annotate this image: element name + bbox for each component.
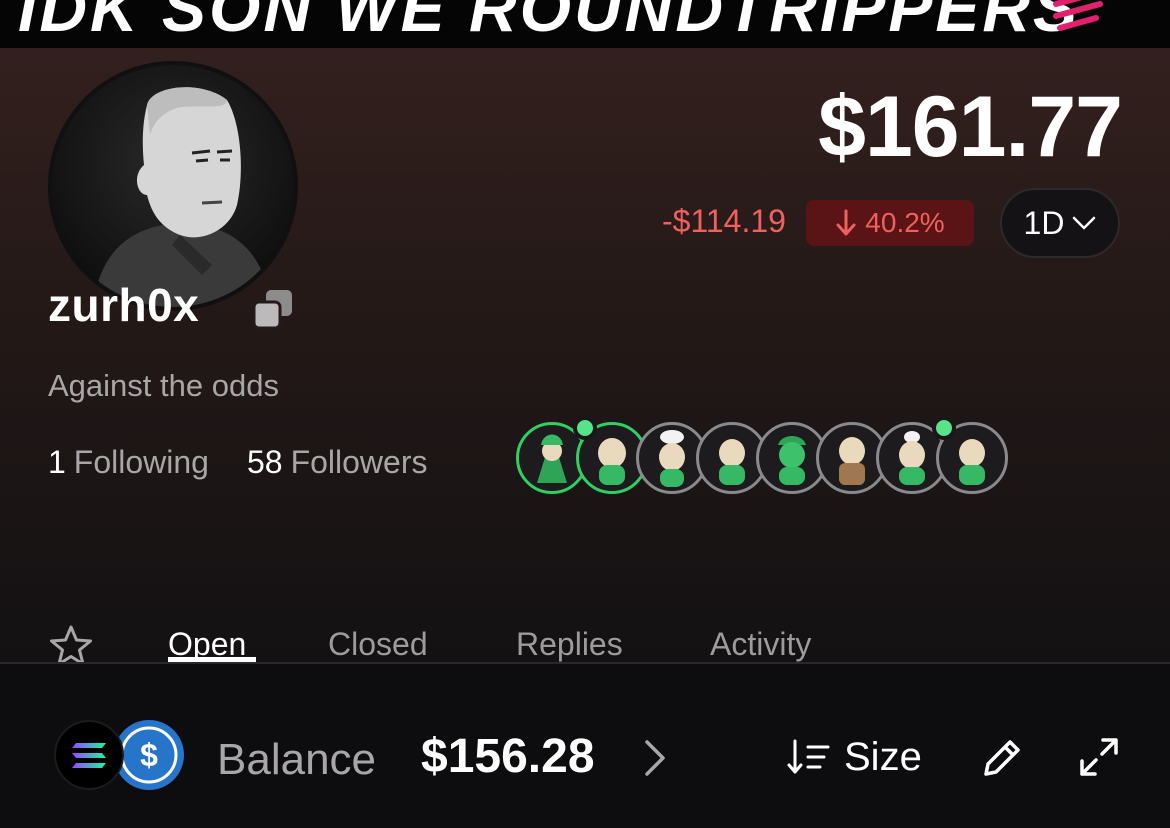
pencil-icon[interactable] bbox=[980, 736, 1024, 780]
sort-label: Size bbox=[844, 734, 922, 779]
wojak-avatar bbox=[92, 87, 272, 307]
tab-activity[interactable]: Activity bbox=[710, 626, 811, 663]
online-indicator bbox=[573, 416, 597, 440]
followers-label: Followers bbox=[290, 444, 428, 480]
profile-bio: Against the odds bbox=[48, 368, 279, 403]
copy-icon[interactable] bbox=[252, 288, 294, 330]
expand-icon[interactable] bbox=[1078, 736, 1120, 778]
following-label: Following bbox=[73, 444, 209, 480]
online-indicator bbox=[932, 416, 956, 440]
usdc-token-icon: $ bbox=[114, 720, 184, 790]
balance-label: Balance bbox=[217, 735, 377, 784]
follow-stats: 1 Following 58 Followers bbox=[48, 444, 427, 481]
banner-text: IDK SON WE ROUNDTRIPPERS bbox=[18, 0, 1081, 45]
profile-avatar[interactable] bbox=[48, 61, 298, 311]
chevron-down-icon bbox=[1073, 216, 1096, 230]
pnl-amount: -$114.19 bbox=[662, 203, 786, 239]
following-link[interactable]: 1 Following bbox=[48, 444, 209, 481]
period-selector[interactable]: 1D bbox=[1000, 188, 1120, 258]
sort-icon bbox=[787, 739, 830, 774]
badge-row[interactable] bbox=[516, 416, 1016, 502]
hundred-points-icon bbox=[1053, 0, 1103, 31]
portfolio-total: $161.77 bbox=[818, 79, 1123, 175]
profile-header: $161.77 -$114.19 40.2% 1D zurh0x Against… bbox=[0, 48, 1170, 666]
arrow-down-icon bbox=[836, 209, 856, 236]
chevron-right-icon[interactable] bbox=[642, 738, 668, 778]
following-count: 1 bbox=[48, 444, 66, 480]
tab-closed[interactable]: Closed bbox=[328, 626, 428, 663]
followers-link[interactable]: 58 Followers bbox=[247, 444, 428, 481]
svg-text:$: $ bbox=[140, 737, 158, 773]
tab-bar: Open Closed Replies Activity bbox=[0, 578, 1170, 666]
period-label: 1D bbox=[1023, 204, 1065, 241]
solana-token-icon bbox=[54, 720, 124, 790]
tab-replies[interactable]: Replies bbox=[516, 626, 623, 663]
sort-button[interactable]: Size bbox=[786, 733, 922, 781]
followers-count: 58 bbox=[246, 444, 283, 480]
balance-value: $156.28 bbox=[421, 730, 595, 783]
pnl-percent: 40.2% bbox=[865, 207, 945, 238]
username: zurh0x bbox=[48, 279, 200, 331]
top-banner: IDK SON WE ROUNDTRIPPERS bbox=[0, 0, 1170, 48]
pnl-percent-badge: 40.2% bbox=[806, 200, 974, 246]
